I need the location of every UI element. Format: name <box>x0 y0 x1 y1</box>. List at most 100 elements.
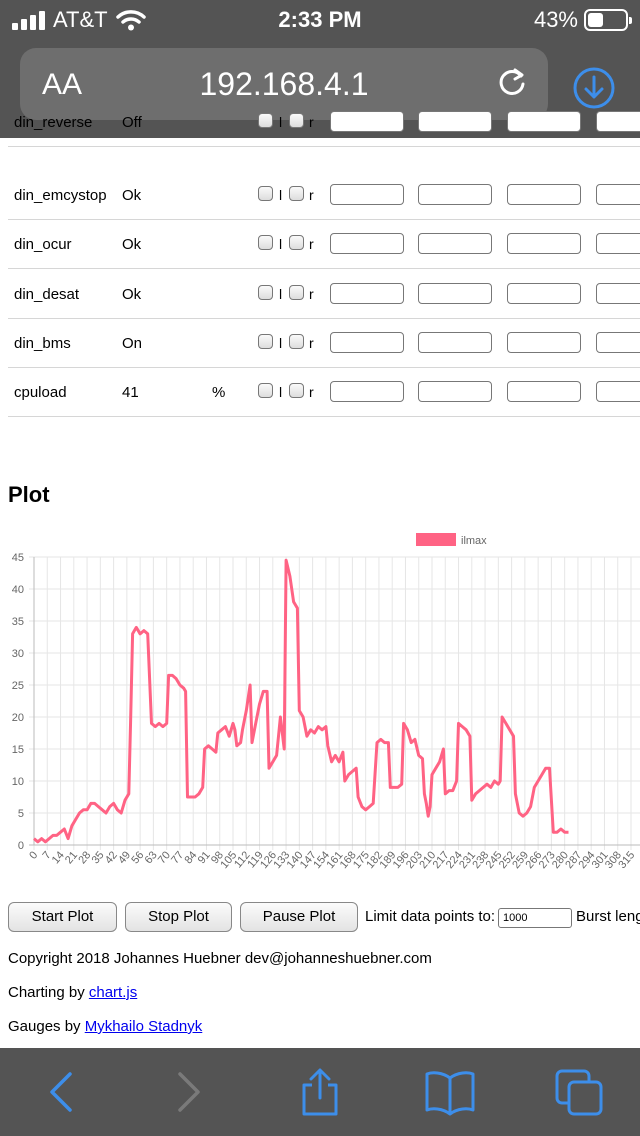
left-axis-label: l <box>279 335 283 351</box>
left-axis-label: l <box>279 286 283 302</box>
x-tick-label: 315 <box>616 849 637 871</box>
param-row-din_reverse: din_reverse Off l r <box>8 98 640 147</box>
left-axis-label: l <box>279 187 283 203</box>
plot-left-checkbox[interactable] <box>258 186 273 201</box>
plot-left-checkbox[interactable] <box>258 235 273 250</box>
offset-input[interactable] <box>418 184 492 205</box>
gain-input[interactable] <box>330 381 404 402</box>
pause-plot-button[interactable]: Pause Plot <box>240 902 358 932</box>
gain-input[interactable] <box>330 332 404 353</box>
gauges-credit: Gauges by Mykhailo Stadnyk <box>8 1018 202 1035</box>
reload-icon[interactable] <box>494 64 530 100</box>
max-input[interactable] <box>596 111 640 132</box>
share-icon[interactable] <box>298 1068 342 1118</box>
plot-right-checkbox[interactable] <box>289 285 304 300</box>
param-value: Ok <box>122 236 142 253</box>
min-input[interactable] <box>507 332 581 353</box>
right-axis-label: r <box>309 114 314 130</box>
right-axis-label: r <box>309 335 314 351</box>
right-axis-label: r <box>309 286 314 302</box>
battery-level <box>588 13 604 27</box>
y-tick-label: 15 <box>12 744 24 756</box>
left-axis-label: l <box>279 114 283 130</box>
plot-left-checkbox[interactable] <box>258 113 273 128</box>
max-input[interactable] <box>596 184 640 205</box>
y-tick-label: 25 <box>12 680 24 692</box>
max-input[interactable] <box>596 233 640 254</box>
param-name: din_ocur <box>14 236 72 253</box>
param-value: Off <box>122 114 142 131</box>
plot-left-checkbox[interactable] <box>258 285 273 300</box>
param-value: Ok <box>122 187 142 204</box>
offset-input[interactable] <box>418 332 492 353</box>
max-input[interactable] <box>596 283 640 304</box>
tabs-icon[interactable] <box>554 1068 606 1118</box>
y-tick-label: 5 <box>18 808 24 820</box>
gain-input[interactable] <box>330 233 404 254</box>
y-tick-label: 30 <box>12 648 24 660</box>
left-axis-label: l <box>279 236 283 252</box>
max-input[interactable] <box>596 381 640 402</box>
param-row-din_emcystop: din_emcystop Ok l r <box>8 171 640 220</box>
offset-input[interactable] <box>418 283 492 304</box>
plot-left-checkbox[interactable] <box>258 383 273 398</box>
forward-icon[interactable] <box>174 1068 206 1116</box>
min-input[interactable] <box>507 283 581 304</box>
chartjs-link[interactable]: chart.js <box>89 984 137 1001</box>
plot-heading: Plot <box>8 482 50 507</box>
charting-credit: Charting by chart.js <box>8 984 137 1001</box>
max-input[interactable] <box>596 332 640 353</box>
y-tick-label: 0 <box>18 840 24 852</box>
plot-right-checkbox[interactable] <box>289 383 304 398</box>
min-input[interactable] <box>507 111 581 132</box>
ilmax-chart: 0 714212835424956637077849198105112119126… <box>12 533 640 871</box>
offset-input[interactable] <box>418 233 492 254</box>
limit-input[interactable]: 1000 <box>498 908 572 928</box>
plot-right-checkbox[interactable] <box>289 113 304 128</box>
gain-input[interactable] <box>330 184 404 205</box>
offset-input[interactable] <box>418 111 492 132</box>
legend-swatch <box>416 533 456 546</box>
stop-plot-button[interactable]: Stop Plot <box>125 902 232 932</box>
plot-right-checkbox[interactable] <box>289 186 304 201</box>
param-value: 41 <box>122 384 139 401</box>
plot-left-checkbox[interactable] <box>258 334 273 349</box>
param-name: cpuload <box>14 384 67 401</box>
min-input[interactable] <box>507 184 581 205</box>
browser-bottom-toolbar <box>0 1048 640 1136</box>
legend-label: ilmax <box>461 535 487 547</box>
battery-percent: 43% <box>533 7 578 32</box>
param-value: Ok <box>122 286 142 303</box>
param-name: din_emcystop <box>14 187 107 204</box>
x-tick-label: 0 <box>27 849 40 861</box>
right-axis-label: r <box>309 384 314 400</box>
right-axis-label: r <box>309 187 314 203</box>
param-unit: % <box>212 384 226 401</box>
min-input[interactable] <box>507 233 581 254</box>
gain-input[interactable] <box>330 283 404 304</box>
start-plot-button[interactable]: Start Plot <box>8 902 117 932</box>
right-axis-label: r <box>309 236 314 252</box>
status-bar: AT&T 2:33 PM 43% <box>0 0 640 40</box>
param-row-din_bms: din_bms On l r <box>8 319 640 368</box>
ilmax-series-line <box>33 558 569 844</box>
left-axis-label: l <box>279 384 283 400</box>
back-icon[interactable] <box>44 1068 76 1116</box>
plot-right-checkbox[interactable] <box>289 235 304 250</box>
param-name: din_bms <box>14 335 71 352</box>
param-value: On <box>122 335 143 352</box>
plot-controls: Start Plot Stop Plot Pause Plot Limit da… <box>8 902 640 932</box>
y-tick-label: 10 <box>12 776 24 788</box>
min-input[interactable] <box>507 381 581 402</box>
gain-input[interactable] <box>330 111 404 132</box>
copyright-text: Copyright 2018 Johannes Huebner dev@joha… <box>8 950 432 967</box>
param-row-din_ocur: din_ocur Ok l r <box>8 220 640 269</box>
bookmarks-icon[interactable] <box>424 1068 476 1116</box>
y-tick-label: 45 <box>12 552 24 564</box>
offset-input[interactable] <box>418 381 492 402</box>
burst-label: Burst leng <box>576 908 640 925</box>
gauges-author-link[interactable]: Mykhailo Stadnyk <box>85 1018 203 1035</box>
plot-right-checkbox[interactable] <box>289 334 304 349</box>
param-row-cpuload: cpuload 41% l r <box>8 368 640 417</box>
gauges-prefix: Gauges by <box>8 1018 85 1035</box>
